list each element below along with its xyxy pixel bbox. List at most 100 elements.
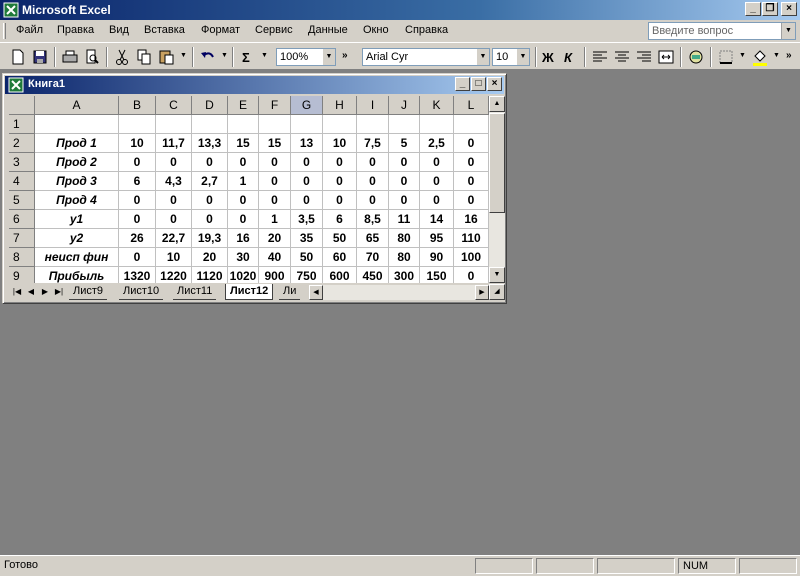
row-header[interactable]: 8 — [9, 248, 35, 267]
column-header[interactable]: B — [119, 96, 156, 115]
column-header[interactable]: L — [454, 96, 489, 115]
align-left-button[interactable] — [590, 47, 610, 67]
table-cell[interactable]: 0 — [389, 153, 420, 172]
table-cell[interactable]: 8,5 — [357, 210, 389, 229]
table-cell[interactable]: 19,3 — [192, 229, 228, 248]
table-cell[interactable]: 0 — [323, 153, 357, 172]
table-cell[interactable]: 150 — [420, 267, 454, 283]
bold-button[interactable]: Ж — [542, 50, 554, 65]
table-cell[interactable] — [259, 115, 291, 134]
table-cell[interactable]: 50 — [323, 229, 357, 248]
chevron-down-icon[interactable]: ▼ — [517, 49, 529, 65]
table-cell[interactable]: 0 — [228, 153, 259, 172]
table-cell[interactable]: 40 — [259, 248, 291, 267]
table-cell[interactable]: 450 — [357, 267, 389, 283]
ask-question-input[interactable]: Введите вопрос ▼ — [648, 22, 796, 40]
autosum-dropdown-icon[interactable]: ▼ — [261, 52, 268, 59]
table-cell[interactable] — [119, 115, 156, 134]
table-cell-label[interactable]: неисп фин — [35, 248, 119, 267]
menu-tools[interactable]: Сервис — [255, 24, 293, 36]
table-cell[interactable]: 7,5 — [357, 134, 389, 153]
table-cell[interactable]: 0 — [420, 191, 454, 210]
table-cell[interactable] — [389, 115, 420, 134]
column-header[interactable]: E — [228, 96, 259, 115]
table-cell[interactable]: 80 — [389, 248, 420, 267]
scroll-right-icon[interactable]: ▶ — [475, 285, 489, 300]
workbook-close-button[interactable]: × — [487, 77, 502, 91]
paste-dropdown-icon[interactable]: ▼ — [180, 52, 187, 59]
font-name-select[interactable]: Arial Cyr ▼ — [362, 48, 490, 66]
table-cell[interactable]: 5 — [389, 134, 420, 153]
table-cell[interactable] — [357, 115, 389, 134]
chevron-down-icon[interactable]: ▼ — [323, 49, 335, 65]
column-header[interactable]: J — [389, 96, 420, 115]
undo-dropdown-icon[interactable]: ▼ — [221, 52, 228, 59]
table-cell[interactable]: 95 — [420, 229, 454, 248]
table-cell[interactable]: 0 — [119, 210, 156, 229]
table-cell[interactable]: 16 — [228, 229, 259, 248]
table-cell[interactable]: 0 — [420, 172, 454, 191]
table-cell[interactable]: 13,3 — [192, 134, 228, 153]
table-cell[interactable]: 0 — [389, 191, 420, 210]
chevron-down-icon[interactable]: ▼ — [477, 49, 489, 65]
table-cell[interactable]: 0 — [357, 191, 389, 210]
print-preview-button[interactable] — [82, 47, 102, 67]
align-center-button[interactable] — [612, 47, 632, 67]
table-cell[interactable]: 0 — [192, 210, 228, 229]
italic-button[interactable]: К — [564, 50, 572, 65]
table-cell[interactable]: 0 — [192, 191, 228, 210]
menu-insert[interactable]: Вставка — [144, 24, 185, 36]
table-cell-label[interactable]: Прибыль — [35, 267, 119, 283]
horizontal-scrollbar[interactable]: ◀ ▶ — [309, 285, 489, 300]
sheet-tab-active[interactable]: Лист12 — [225, 284, 274, 300]
table-cell[interactable]: 15 — [228, 134, 259, 153]
table-cell-label[interactable]: y1 — [35, 210, 119, 229]
table-cell[interactable]: 0 — [119, 153, 156, 172]
table-cell[interactable]: 0 — [119, 248, 156, 267]
workbook-maximize-button[interactable]: □ — [471, 77, 486, 91]
save-button[interactable] — [30, 47, 50, 67]
table-cell[interactable]: 0 — [156, 153, 192, 172]
table-cell[interactable]: 0 — [454, 153, 489, 172]
table-cell[interactable]: 16 — [454, 210, 489, 229]
column-header[interactable]: F — [259, 96, 291, 115]
table-cell[interactable] — [454, 115, 489, 134]
table-cell[interactable]: 0 — [454, 267, 489, 283]
table-cell[interactable]: 60 — [323, 248, 357, 267]
prev-sheet-icon[interactable]: ◀ — [25, 286, 37, 298]
column-header[interactable]: D — [192, 96, 228, 115]
table-cell[interactable]: 35 — [291, 229, 323, 248]
first-sheet-icon[interactable]: |◀ — [11, 286, 23, 298]
menu-format[interactable]: Формат — [201, 24, 240, 36]
table-cell[interactable]: 26 — [119, 229, 156, 248]
scroll-left-icon[interactable]: ◀ — [309, 285, 323, 300]
table-cell[interactable]: 0 — [291, 191, 323, 210]
table-cell[interactable]: 300 — [389, 267, 420, 283]
table-cell[interactable]: 0 — [454, 172, 489, 191]
table-cell[interactable] — [228, 115, 259, 134]
column-header[interactable]: G — [291, 96, 323, 115]
spreadsheet-grid[interactable]: A B C D E F G H I J K L 1 2 Прод 1 10 11,7 13,3 15 15 13 10 7,… — [9, 96, 489, 283]
print-button[interactable] — [60, 47, 80, 67]
table-cell[interactable]: 0 — [156, 191, 192, 210]
row-header[interactable]: 7 — [9, 229, 35, 248]
select-all-corner[interactable] — [9, 96, 35, 115]
table-cell[interactable]: 1 — [259, 210, 291, 229]
sheet-tab[interactable]: Лист9 — [69, 284, 108, 300]
table-cell-label[interactable]: Прод 4 — [35, 191, 119, 210]
table-cell[interactable] — [323, 115, 357, 134]
scroll-down-icon[interactable]: ▼ — [489, 267, 505, 283]
table-cell[interactable]: 6 — [119, 172, 156, 191]
table-cell-label[interactable]: Прод 3 — [35, 172, 119, 191]
menu-help[interactable]: Справка — [405, 24, 448, 36]
currency-button[interactable] — [686, 47, 706, 67]
align-right-button[interactable] — [634, 47, 654, 67]
table-cell[interactable]: 0 — [357, 172, 389, 191]
fill-color-dropdown-icon[interactable]: ▼ — [773, 52, 780, 59]
table-cell-label[interactable]: y2 — [35, 229, 119, 248]
autosum-button[interactable]: Σ — [242, 50, 250, 65]
table-cell[interactable]: 14 — [420, 210, 454, 229]
table-cell[interactable]: 20 — [192, 248, 228, 267]
table-cell[interactable] — [420, 115, 454, 134]
table-cell[interactable]: 80 — [389, 229, 420, 248]
